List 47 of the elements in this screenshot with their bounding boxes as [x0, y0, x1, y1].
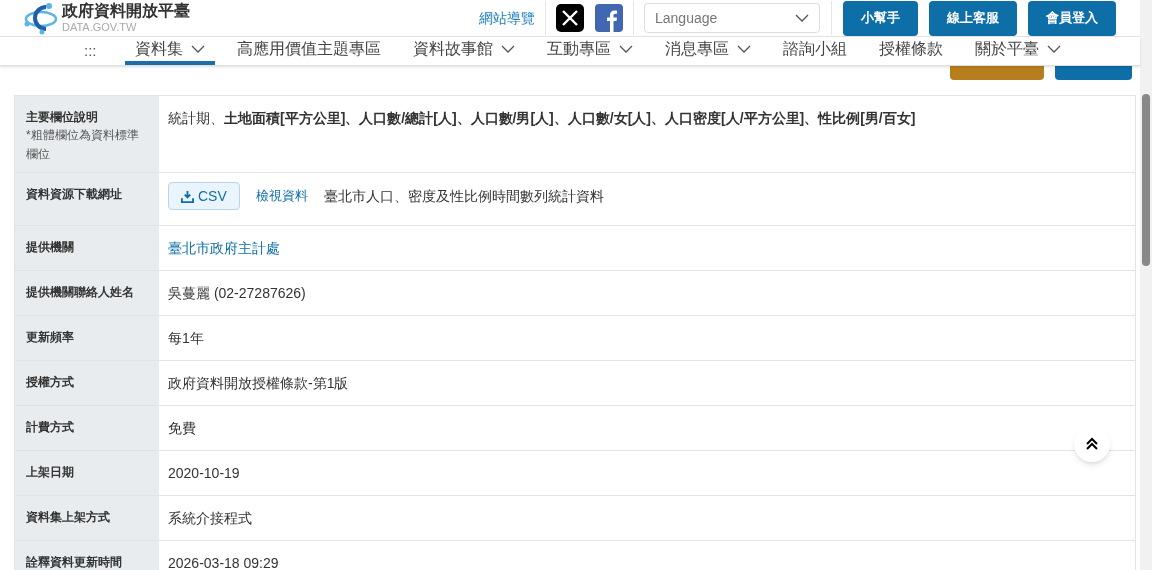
- field-value: 吳蔓麗 (02-27287626): [168, 285, 306, 301]
- header-button[interactable]: 線上客服: [929, 0, 1017, 36]
- nav-tab[interactable]: 諮詢小組: [772, 37, 857, 65]
- field-label: 主要欄位說明: [26, 109, 99, 126]
- scrollbar-thumb[interactable]: [1142, 94, 1150, 266]
- language-select[interactable]: Language: [644, 3, 820, 33]
- header-button[interactable]: 小幫手: [843, 0, 918, 36]
- field-value: 2020-10-19: [168, 465, 240, 481]
- field-value: 政府資料開放授權條款-第1版: [168, 375, 349, 391]
- nav-tab[interactable]: 資料集: [124, 37, 215, 65]
- site-name: 政府資料開放平臺: [62, 3, 190, 19]
- field-note: *粗體欄位為資料標準欄位: [26, 127, 140, 163]
- field-label: 詮釋資料更新時間: [26, 554, 123, 570]
- field-value: 每1年: [168, 330, 204, 346]
- nav-tab[interactable]: 關於平臺: [964, 37, 1071, 65]
- field-label: 資料資源下載網址: [26, 186, 123, 203]
- menu-glyph[interactable]: :::: [84, 39, 97, 63]
- nav-tab[interactable]: 高應用價值主題專區: [226, 37, 391, 65]
- nav-tab[interactable]: 互動專區: [536, 37, 643, 65]
- field-label: 提供機關聯絡人姓名: [26, 284, 135, 301]
- agency-link[interactable]: 臺北市政府主計處: [168, 240, 280, 256]
- field-label: 提供機關: [26, 239, 75, 256]
- field-value: 統計期、土地面積[平方公里]、人口數/總計[人]、人口數/男[人]、人口數/女[人]、人口密度[人/平方公里]、性比例[男/百女]: [168, 110, 916, 126]
- x-icon[interactable]: [556, 4, 584, 32]
- nav-tab[interactable]: 消息專區: [654, 37, 761, 65]
- nav-tab[interactable]: 授權條款: [868, 37, 953, 65]
- nav-tab[interactable]: 資料故事館: [402, 37, 525, 65]
- site-domain: DATA.GOV.TW: [62, 22, 138, 33]
- field-label: 計費方式: [26, 419, 75, 436]
- facebook-icon[interactable]: [595, 4, 623, 32]
- resource-title: 臺北市人口、密度及性比例時間數列統計資料: [323, 186, 604, 206]
- field-value: 2026-03-18 09:29: [168, 555, 279, 570]
- double-chevron-up-icon: [1085, 437, 1099, 451]
- field-value: 免費: [168, 420, 196, 436]
- field-label: 資料集上架方式: [26, 509, 111, 526]
- field-value: 系統介接程式: [168, 510, 252, 526]
- field-label: 上架日期: [26, 464, 75, 481]
- csv-download-button[interactable]: CSV: [168, 182, 240, 210]
- view-data-link[interactable]: 檢視資料: [255, 186, 308, 206]
- back-to-top-button[interactable]: [1074, 426, 1110, 462]
- field-label: 更新頻率: [26, 329, 75, 346]
- chevron-down-icon: [795, 14, 809, 22]
- logo-icon: [22, 0, 58, 36]
- download-icon: [181, 189, 194, 203]
- sitemap-link[interactable]: 網站導覽: [479, 7, 535, 29]
- field-label: 授權方式: [26, 374, 75, 391]
- header-button[interactable]: 會員登入: [1028, 0, 1116, 36]
